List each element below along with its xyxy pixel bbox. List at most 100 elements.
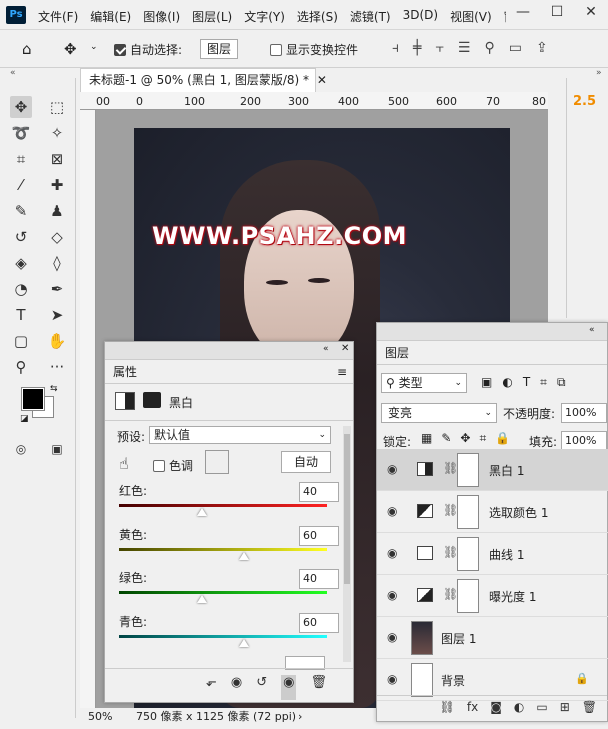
opacity-input[interactable]: 100%	[561, 403, 607, 423]
pen-tool-icon[interactable]: ✒	[46, 278, 68, 300]
tint-color-swatch[interactable]	[205, 450, 229, 474]
panel-menu-icon[interactable]: ≡	[337, 360, 347, 384]
lock-artboard-icon[interactable]: ⌗	[479, 431, 486, 446]
cyan-thumb[interactable]	[238, 639, 249, 647]
layer-row-layer1[interactable]: ◉ 图层 1	[377, 617, 608, 659]
fill-input[interactable]: 100%	[561, 431, 607, 451]
paint-bucket-icon[interactable]: ◈	[10, 252, 32, 274]
close-button[interactable]: ✕	[574, 0, 608, 26]
zoom-level[interactable]: 50%	[88, 708, 112, 726]
chevron-down-icon[interactable]: ⌄	[90, 42, 98, 52]
healing-brush-icon[interactable]: ✚	[46, 174, 68, 196]
distribute-icon[interactable]: ☰	[458, 40, 471, 56]
layer-thumbnail[interactable]	[411, 663, 433, 697]
menu-select[interactable]: 选择(S)	[297, 8, 338, 25]
red-thumb[interactable]	[197, 508, 208, 516]
magic-wand-icon[interactable]: ✧	[46, 122, 68, 144]
mask-icon[interactable]	[143, 392, 161, 408]
close-panel-icon[interactable]: ✕	[341, 343, 349, 354]
menu-edit[interactable]: 编辑(E)	[90, 8, 131, 25]
foreground-color-swatch[interactable]	[21, 387, 45, 411]
lock-position-icon[interactable]: ✥	[460, 431, 470, 446]
tint-checkbox[interactable]: 色调	[153, 457, 193, 474]
blur-tool-icon[interactable]: ◊	[46, 252, 68, 274]
delete-icon[interactable]: 🗑	[310, 675, 327, 700]
clip-to-layer-icon[interactable]: ⬐	[206, 675, 217, 700]
menu-type[interactable]: 文字(Y)	[244, 8, 285, 25]
hand-tool-icon[interactable]: ✋	[46, 330, 68, 352]
close-document-icon[interactable]: ✕	[317, 73, 327, 87]
menu-view[interactable]: 视图(V)	[450, 8, 492, 25]
green-thumb[interactable]	[197, 595, 208, 603]
menu-image[interactable]: 图像(I)	[143, 8, 180, 25]
lock-all-icon[interactable]: 🔒	[495, 431, 510, 446]
type-filter-icon[interactable]: T	[523, 375, 530, 390]
layer-row-selective-color[interactable]: ◉ ⛓ 选取颜色 1	[377, 491, 608, 533]
blend-mode-dropdown[interactable]: 变亮 ⌄	[381, 403, 497, 423]
scrollbar-thumb[interactable]	[344, 434, 350, 584]
history-brush-icon[interactable]: ↺	[10, 226, 32, 248]
share-icon[interactable]: ⇪	[536, 40, 548, 56]
auto-button[interactable]: 自动	[281, 451, 331, 473]
layer-mask-thumbnail[interactable]	[457, 495, 479, 529]
layer-mask-thumbnail[interactable]	[457, 537, 479, 571]
layer-row-curves[interactable]: ◉ ⛓ 曲线 1	[377, 533, 608, 575]
yellow-value[interactable]: 60	[299, 526, 339, 546]
link-icon[interactable]: ⛓	[443, 461, 458, 475]
layer-row-bw[interactable]: ◉ ⛓ 黑白 1	[377, 449, 608, 491]
path-select-icon[interactable]: ➤	[46, 304, 68, 326]
lock-transparency-icon[interactable]: ▦	[421, 431, 432, 446]
dodge-tool-icon[interactable]: ◔	[10, 278, 32, 300]
screen-mode-icon[interactable]: ▣	[46, 438, 68, 460]
move-tool-icon[interactable]: ✥	[64, 40, 77, 58]
menu-filter[interactable]: 滤镜(T)	[350, 8, 391, 25]
align-right-icon[interactable]: ⫟	[435, 40, 443, 56]
view-previous-icon[interactable]: ◉	[231, 675, 242, 700]
zoom-tool-icon[interactable]: ⚲	[10, 356, 32, 378]
shape-filter-icon[interactable]: ⌗	[540, 375, 547, 390]
collapse-panel-icon[interactable]: «	[323, 344, 329, 354]
adjustment-filter-icon[interactable]: ◐	[502, 375, 512, 390]
fx-icon[interactable]: fx	[467, 700, 478, 721]
new-adjustment-icon[interactable]: ◐	[514, 700, 524, 721]
brush-tool-icon[interactable]: ✎	[10, 200, 32, 222]
green-value[interactable]: 40	[299, 569, 339, 589]
link-icon[interactable]: ⛓	[443, 545, 458, 559]
collapse-panel-icon[interactable]: «	[589, 325, 595, 335]
smart-object-filter-icon[interactable]: ⧉	[557, 375, 566, 390]
auto-select-dropdown[interactable]: 图层	[200, 39, 239, 59]
cyan-value[interactable]: 60	[299, 613, 339, 633]
crop-tool-icon[interactable]: ⌗	[10, 148, 32, 170]
layer-row-exposure[interactable]: ◉ ⛓ 曝光度 1	[377, 575, 608, 617]
new-group-icon[interactable]: ▭	[536, 700, 547, 721]
link-icon[interactable]: ⛓	[443, 503, 458, 517]
eye-icon[interactable]: ◉	[387, 672, 397, 686]
shape-tool-icon[interactable]: ▢	[10, 330, 32, 352]
layer-filter-dropdown[interactable]: ⚲ 类型 ⌄	[381, 373, 467, 393]
layer-mask-thumbnail[interactable]	[457, 453, 479, 487]
properties-tab[interactable]: 属性 ≡	[105, 360, 353, 384]
eraser-icon[interactable]: ◇	[46, 226, 68, 248]
workspace-icon[interactable]: ▭	[509, 40, 522, 56]
visibility-icon[interactable]: ◉	[281, 675, 297, 700]
yellow-thumb[interactable]	[238, 552, 249, 560]
align-left-icon[interactable]: ⫞	[392, 40, 399, 56]
targeted-adjust-icon[interactable]: ☝	[119, 454, 129, 473]
eye-icon[interactable]: ◉	[387, 462, 397, 476]
menu-layer[interactable]: 图层(L)	[192, 8, 232, 25]
lasso-tool-icon[interactable]: ➰	[10, 122, 32, 144]
new-layer-icon[interactable]: ⊞	[560, 700, 570, 721]
pixel-filter-icon[interactable]: ▣	[481, 375, 492, 390]
more-tools-icon[interactable]: ···	[46, 356, 68, 378]
chevron-right-icon[interactable]: ›	[298, 708, 302, 726]
layers-tab[interactable]: 图层	[377, 341, 607, 365]
link-icon[interactable]: ⛓	[443, 587, 458, 601]
type-tool-icon[interactable]: T	[10, 304, 32, 326]
reset-icon[interactable]: ↺	[256, 675, 267, 700]
stamp-tool-icon[interactable]: ♟	[46, 200, 68, 222]
eye-icon[interactable]: ◉	[387, 546, 397, 560]
layer-thumbnail[interactable]	[411, 621, 433, 655]
default-colors-icon[interactable]: ◪	[20, 414, 29, 424]
transform-controls-checkbox[interactable]: 显示变换控件	[270, 41, 358, 58]
auto-select-checkbox[interactable]: 自动选择:	[114, 41, 182, 58]
